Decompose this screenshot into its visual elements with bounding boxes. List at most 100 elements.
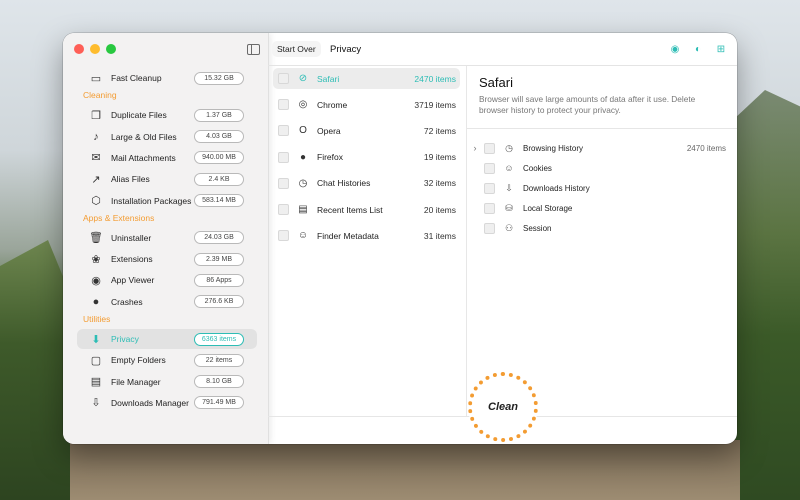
sidebar-item-large-old-files[interactable]: ♪ Large & Old Files 4.03 GB — [77, 127, 257, 147]
detail-item-name: Local Storage — [523, 203, 573, 213]
detail-row[interactable]: ⚇ Session — [467, 218, 737, 238]
wallpaper-mountain-right — [730, 90, 800, 500]
chevron-right-icon[interactable]: › — [469, 143, 481, 153]
checkbox[interactable] — [278, 151, 289, 163]
size-badge: 6363 items — [194, 332, 244, 346]
browser-row[interactable]: ▤ Recent Items List 20 items — [273, 199, 460, 220]
mail-icon: ✉ — [91, 152, 101, 165]
extensions-icon: ❀ — [91, 253, 101, 266]
storage-icon: ⛁ — [505, 202, 513, 213]
checkbox[interactable] — [278, 73, 289, 84]
sidebar-item-downloads-manager[interactable]: ⇩ Downloads Manager 791.49 MB — [77, 393, 257, 413]
sidebar-item-fast-cleanup[interactable]: ▭ Fast Cleanup 15.32 GB — [77, 68, 257, 88]
size-badge: 22 items — [194, 353, 244, 367]
sidebar-item-crashes[interactable]: ● Crashes 276.6 KB — [77, 292, 257, 312]
browser-row[interactable]: ● Firefox 19 items — [273, 147, 460, 168]
checkbox[interactable] — [278, 125, 289, 137]
item-count: 3719 items — [414, 99, 456, 110]
opera-icon: O — [299, 125, 307, 137]
detail-row[interactable]: ⇩ Downloads History — [467, 178, 737, 198]
sidebar-item-empty-folders[interactable]: ▢ Empty Folders 22 items — [77, 350, 257, 370]
sidebar-item-mail-attachments[interactable]: ✉ Mail Attachments 940.00 MB — [77, 148, 257, 168]
checkbox[interactable] — [484, 202, 495, 214]
app-window: ▭ Fast Cleanup 15.32 GB Cleaning ❐ Duplicate … — [63, 33, 737, 444]
crash-icon: ● — [92, 295, 100, 308]
browser-row[interactable]: O Opera 72 items — [273, 120, 460, 141]
section-header: Cleaning — [83, 90, 117, 101]
sidebar-item-privacy[interactable]: ⬇ Privacy 6363 items — [77, 329, 257, 349]
checkbox[interactable] — [484, 182, 495, 194]
sidebar-item-label: Crashes — [111, 296, 143, 307]
zoom-window-button[interactable] — [106, 44, 116, 54]
folder-icon: ▢ — [90, 354, 102, 367]
browser-name: Chrome — [317, 99, 348, 110]
checkbox[interactable] — [278, 230, 289, 242]
browser-list: ⊘ Safari 2470 items ◎ Chrome 3719 items O Opera… — [268, 66, 467, 416]
section-header: Utilities — [83, 314, 111, 324]
sidebar-item-label: Mail Attachments — [111, 152, 176, 163]
sidebar-item-duplicate-files[interactable]: ❐ Duplicate Files 1.37 GB — [77, 105, 257, 125]
minimize-window-button[interactable] — [90, 44, 100, 54]
safari-icon: ⊘ — [298, 73, 308, 84]
page-title: Privacy — [330, 44, 362, 55]
toolbar-icons: ◉ ◐ ⊞ — [667, 41, 729, 57]
sidebar-item-label: App Viewer — [111, 275, 155, 286]
history-icon: ◷ — [505, 142, 513, 153]
item-count: 20 items — [423, 204, 456, 215]
privacy-icon: ⬇ — [91, 333, 101, 346]
sidebar-item-uninstaller[interactable]: 🗑 Uninstaller 24.03 GB — [77, 228, 257, 248]
browser-row[interactable]: ◷ Chat Histories 32 items — [273, 173, 460, 194]
start-over-button[interactable]: Start Over — [272, 41, 321, 57]
sidebar-item-extensions[interactable]: ❀ Extensions 2.39 MB — [77, 249, 257, 269]
sidebar-item-label: Duplicate Files — [111, 110, 167, 121]
sidebar-item-label: Fast Cleanup — [111, 73, 162, 83]
chrome-icon: ◎ — [298, 99, 308, 111]
sidebar-item-file-manager[interactable]: ▤ File Manager 8.10 GB — [77, 372, 257, 392]
detail-item-name: Session — [523, 223, 552, 233]
sidebar: ▭ Fast Cleanup 15.32 GB Cleaning ❐ Duplicate … — [63, 33, 269, 444]
checkbox[interactable] — [484, 222, 495, 234]
size-badge: 24.03 GB — [194, 231, 244, 245]
duplicate-files-icon: ❐ — [91, 109, 101, 122]
close-window-button[interactable] — [74, 44, 84, 54]
checkbox[interactable] — [278, 99, 289, 111]
checkbox[interactable] — [484, 142, 495, 154]
record-icon[interactable]: ◉ — [667, 41, 683, 57]
size-badge: 15.32 GB — [194, 71, 244, 85]
detail-row[interactable]: ☺ Cookies — [467, 158, 737, 178]
window-controls — [74, 44, 116, 54]
detail-row[interactable]: › ◷ Browsing History 2470 items — [467, 138, 737, 158]
browser-row[interactable]: ◎ Chrome 3719 items — [273, 94, 460, 115]
sidebar-item-label: Empty Folders — [111, 355, 166, 366]
browser-name: Opera — [317, 125, 341, 136]
list-icon: ▤ — [298, 204, 308, 215]
detail-item-name: Cookies — [523, 163, 552, 173]
clean-button[interactable]: Clean — [468, 372, 538, 442]
finder-icon: ☺ — [297, 230, 309, 242]
sidebar-item-alias-files[interactable]: ↗ Alias Files 2.4 KB — [77, 169, 257, 189]
browser-row[interactable]: ☺ Finder Metadata 31 items — [273, 225, 460, 246]
grid-view-icon[interactable]: ⊞ — [713, 41, 729, 57]
detail-item-name: Browsing History — [523, 143, 584, 153]
checkbox[interactable] — [278, 204, 289, 215]
browser-name: Firefox — [317, 152, 343, 163]
sidebar-item-app-viewer[interactable]: ◉ App Viewer 86 Apps — [77, 270, 257, 290]
detail-item-name: Downloads History — [523, 183, 590, 193]
detail-row[interactable]: ⛁ Local Storage — [467, 198, 737, 218]
theme-toggle-icon[interactable]: ◐ — [690, 41, 706, 57]
browser-row[interactable]: ⊘ Safari 2470 items — [273, 68, 460, 89]
size-badge: 276.6 KB — [194, 295, 244, 309]
size-badge: 940.00 MB — [194, 151, 244, 165]
checkbox[interactable] — [484, 162, 495, 174]
browser-name: Recent Items List — [317, 204, 383, 215]
clean-button-label: Clean — [488, 401, 518, 413]
item-count: 72 items — [423, 125, 456, 136]
sidebar-item-label: Installation Packages — [111, 195, 192, 206]
detail-divider — [467, 128, 737, 129]
checkbox[interactable] — [278, 177, 289, 189]
sidebar-toggle-icon[interactable] — [247, 44, 260, 55]
detail-item-count: 2470 items — [686, 143, 726, 153]
sidebar-item-installation-packages[interactable]: ⬡ Installation Packages 583.14 MB — [77, 191, 257, 211]
detail-title: Safari — [479, 75, 513, 90]
section-header: Apps & Extensions — [83, 212, 155, 223]
